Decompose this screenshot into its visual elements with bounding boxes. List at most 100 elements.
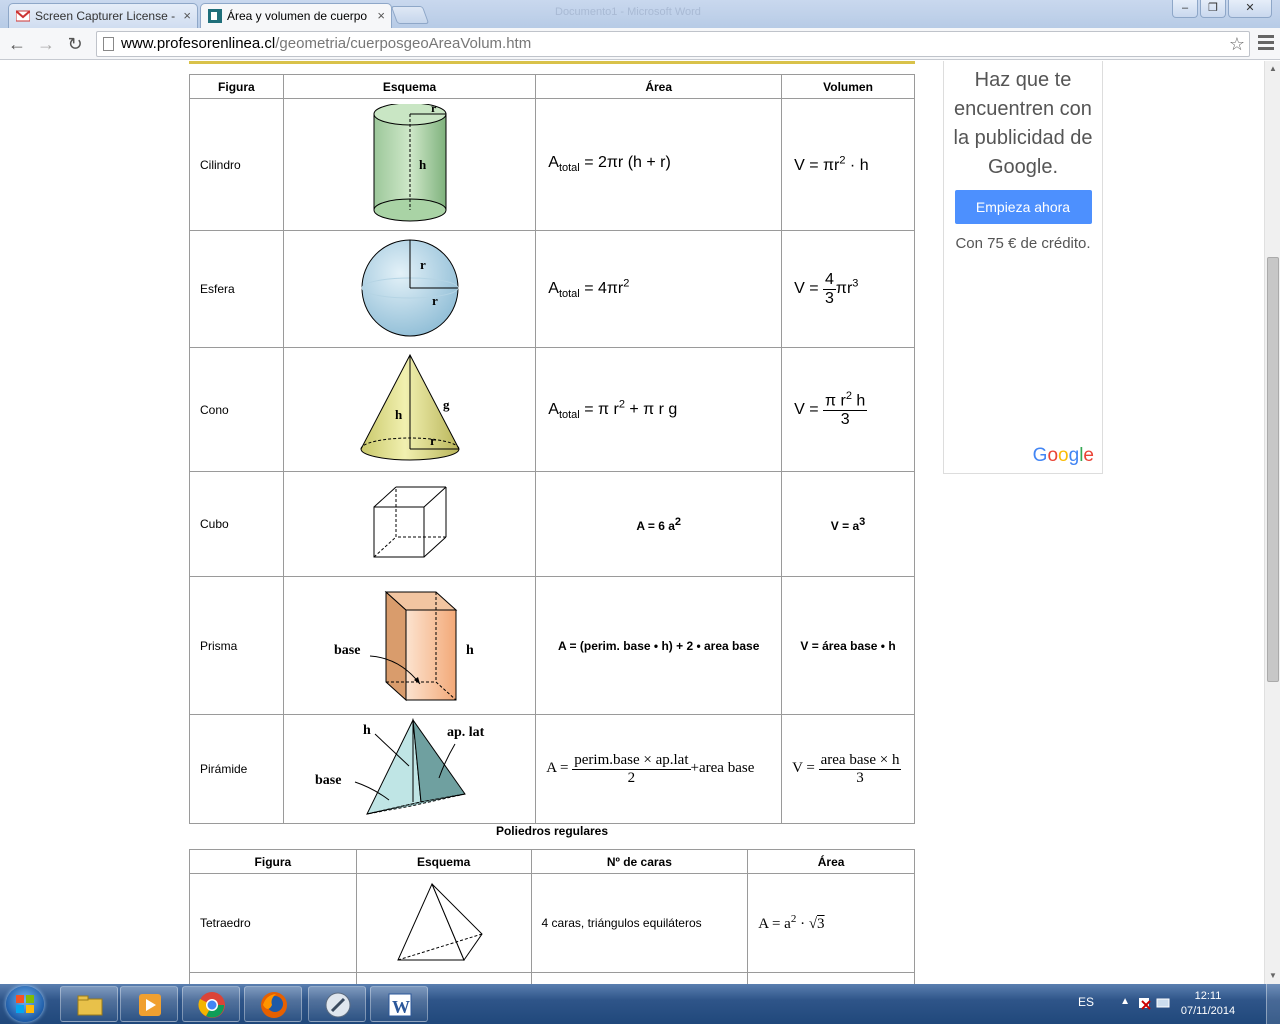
sphere-diagram: r r xyxy=(282,230,537,348)
media-player-icon xyxy=(139,994,161,1016)
area-formula: A = (perim. base • h) + 2 • area base xyxy=(535,576,783,715)
page-icon xyxy=(103,37,114,51)
vertical-scrollbar[interactable]: ▲ ▼ xyxy=(1264,61,1280,984)
regular-polyhedra-caption: Poliedros regulares xyxy=(495,824,609,838)
show-hidden-icons-icon[interactable]: ▲ xyxy=(1120,996,1130,1007)
header-area: Área xyxy=(747,849,915,874)
ad-credit-text: Con 75 € de crédito. xyxy=(955,235,1091,252)
header-volumen: Volumen xyxy=(781,74,915,99)
radius-label: r xyxy=(430,433,436,448)
taskbar-explorer[interactable] xyxy=(60,986,118,1022)
figure-name: Tetraedro xyxy=(189,873,357,973)
area-formula: Atotal = 2πr (h + r) xyxy=(535,98,783,231)
google-logo: Google xyxy=(1032,445,1094,466)
height-label: h xyxy=(466,643,474,658)
scroll-up-icon[interactable]: ▲ xyxy=(1265,61,1280,77)
cone-diagram: h g r xyxy=(282,347,537,472)
clock[interactable]: 12:11 07/11/2014 xyxy=(1176,989,1240,1019)
header-figura: Figura xyxy=(189,849,357,874)
table-row: Cilindro r h Atotal = 2πr (h + r) V = πr… xyxy=(189,98,915,231)
taskbar-chrome[interactable] xyxy=(182,986,240,1022)
area-volume-table: Figura Esquema Área Volumen Cilindro r h… xyxy=(189,74,915,824)
table-header-row: Figura Esquema Área Volumen xyxy=(189,74,915,99)
close-tab-icon[interactable]: × xyxy=(377,8,385,23)
site-favicon-icon xyxy=(208,9,222,23)
area-formula: A = perim.base × ap.lat 2 +area base xyxy=(535,714,783,824)
figure-name: Cilindro xyxy=(189,98,284,231)
clock-time: 12:11 xyxy=(1194,990,1222,1002)
clock-date: 07/11/2014 xyxy=(1180,1005,1236,1017)
windows-taskbar: W ES ▲ 12:11 07/11/2014 xyxy=(0,984,1280,1024)
radius-label: r xyxy=(420,257,426,272)
taskbar-media-player[interactable] xyxy=(120,986,178,1022)
height-label: h xyxy=(419,157,427,172)
start-button[interactable] xyxy=(6,986,44,1022)
tab-title: Screen Capturer License - xyxy=(35,9,176,23)
reload-icon[interactable]: ↻ xyxy=(64,33,86,55)
radius-label: r xyxy=(431,104,437,115)
back-arrow-icon[interactable]: ← xyxy=(6,33,28,55)
volume-formula: V = a3 xyxy=(781,471,915,577)
new-tab-button[interactable] xyxy=(390,6,430,24)
windows-logo-icon xyxy=(16,995,34,1013)
figure-name: Pirámide xyxy=(189,714,284,824)
volume-formula: V = área base • h xyxy=(781,576,915,715)
header-figura: Figura xyxy=(189,74,284,99)
tetrahedron-diagram xyxy=(355,873,532,973)
bookmark-star-icon[interactable]: ☆ xyxy=(1229,32,1245,56)
pyramid-diagram: h ap. lat base xyxy=(282,714,537,824)
tab-screen-capturer[interactable]: Screen Capturer License - × xyxy=(8,3,198,28)
prism-diagram: base h xyxy=(282,576,537,715)
figure-name: Cono xyxy=(189,347,284,472)
network-icon[interactable] xyxy=(1156,996,1170,1010)
area-formula: A = 6 a2 xyxy=(535,471,783,577)
table-row: Tetraedro 4 caras, triángulos equilátero… xyxy=(189,873,915,973)
apothem-label: ap. lat xyxy=(447,725,485,740)
header-area: Área xyxy=(535,74,783,99)
background-window-title: Documento1 - Microsoft Word xyxy=(555,6,701,18)
table-row: Esfera r r Atotal = 4πr2 V = 4 3 πr3 xyxy=(189,230,915,348)
base-label: base xyxy=(315,773,341,788)
cylinder-diagram: r h xyxy=(282,98,537,231)
forward-arrow-icon[interactable]: → xyxy=(35,33,57,55)
folder-icon xyxy=(77,995,103,1016)
show-desktop-button[interactable] xyxy=(1266,984,1280,1024)
cube-diagram xyxy=(282,471,537,577)
firefox-icon xyxy=(261,992,287,1018)
table-header-row: Figura Esquema Nº de caras Área xyxy=(189,849,915,874)
volume-formula: V = 4 3 πr3 xyxy=(781,230,915,348)
taskbar-firefox[interactable] xyxy=(244,986,302,1022)
menu-icon[interactable] xyxy=(1258,35,1274,53)
header-caras: Nº de caras xyxy=(530,849,749,874)
scroll-down-icon[interactable]: ▼ xyxy=(1265,968,1280,984)
volume-formula: V = πr2 · h xyxy=(781,98,915,231)
taskbar-word[interactable]: W xyxy=(370,986,428,1022)
close-window-icon[interactable]: ✕ xyxy=(1228,0,1272,18)
radius-label: r xyxy=(432,293,438,308)
google-ad[interactable]: Haz que te encuentren con la publicidad … xyxy=(943,61,1103,474)
close-tab-icon[interactable]: × xyxy=(183,8,191,23)
ad-headline: Haz que te encuentren con la publicidad … xyxy=(953,69,1093,178)
table-row: Cono h g r Atotal = π r2 + π r g V = π r… xyxy=(189,347,915,472)
empieza-ahora-button[interactable]: Empieza ahora xyxy=(954,190,1092,224)
restore-icon[interactable]: ❐ xyxy=(1200,0,1226,18)
base-label: base xyxy=(334,643,360,658)
tab-area-volumen[interactable]: Área y volumen de cuerpo × xyxy=(200,3,392,28)
table-row: Pirámide h ap. lat base A = perim.base ×… xyxy=(189,714,915,824)
figure-name: Esfera xyxy=(189,230,284,348)
scroll-thumb[interactable] xyxy=(1267,257,1279,682)
action-center-icon[interactable] xyxy=(1138,996,1152,1010)
chrome-icon xyxy=(198,992,225,1018)
table-row: Prisma base h A = (perim. base • h) + 2 … xyxy=(189,576,915,715)
language-indicator[interactable]: ES xyxy=(1078,995,1094,1009)
figure-name: Cubo xyxy=(189,471,284,577)
svg-text:W: W xyxy=(392,997,410,1017)
minimize-icon[interactable]: – xyxy=(1172,0,1198,18)
address-bar[interactable]: www.profesorenlinea.cl/geometria/cuerpos… xyxy=(96,31,1250,57)
window-controls: – ❐ ✕ xyxy=(1172,0,1272,18)
area-formula: Atotal = π r2 + π r g xyxy=(535,347,783,472)
taskbar-app[interactable] xyxy=(308,986,366,1022)
table-row: Cubo A = 6 a2 V = a3 xyxy=(189,471,915,577)
area-formula: Atotal = 4πr2 xyxy=(535,230,783,348)
regular-polyhedra-table: Figura Esquema Nº de caras Área Tetraedr… xyxy=(189,849,915,984)
